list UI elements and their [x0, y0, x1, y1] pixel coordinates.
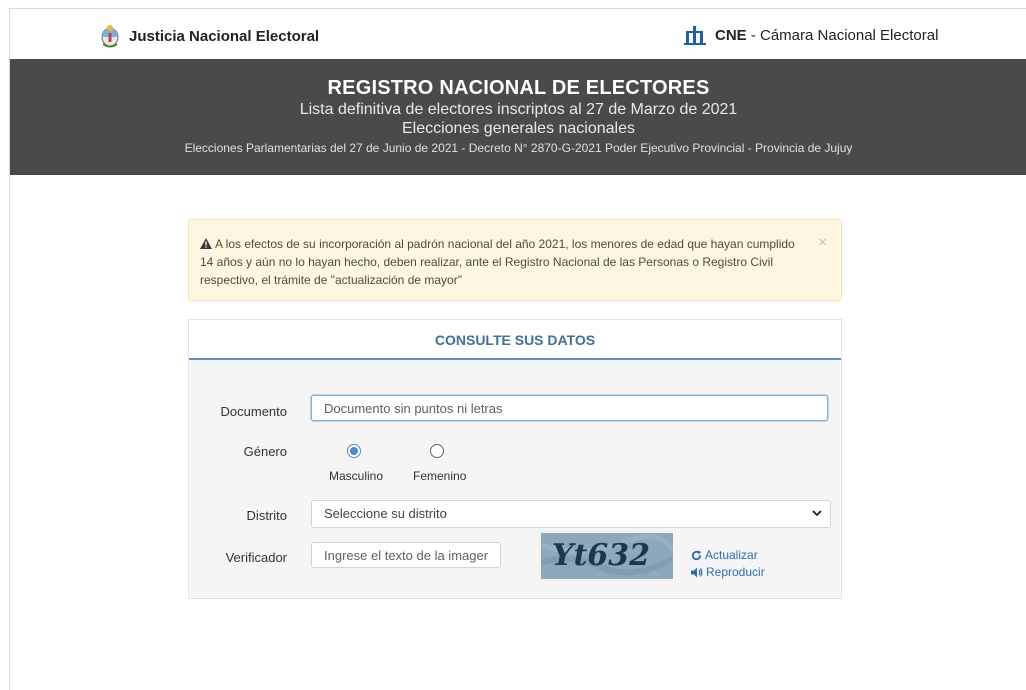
cne-logo-icon [684, 26, 706, 45]
chevron-down-icon [812, 510, 822, 517]
election-type: Elecciones generales nacionales [401, 120, 636, 137]
verificador-label: Verificador [225, 550, 287, 565]
audio-label: Reproducir [706, 565, 765, 579]
refresh-label: Actualizar [705, 548, 758, 562]
alert-message: A los efectos de su incorporación al pad… [200, 237, 795, 287]
speaker-icon [691, 567, 703, 577]
cne-brand[interactable]: CNE - Cámara Nacional Electoral [683, 25, 938, 45]
cne-name: - Cámara Nacional Electoral [746, 26, 939, 44]
refresh-captcha-link[interactable]: Actualizar [691, 548, 758, 562]
refresh-icon [691, 549, 702, 560]
argentina-coat-of-arms-icon [101, 25, 119, 48]
page-subtitle: Lista definitiva de electores inscriptos… [299, 101, 738, 118]
header-band: REGISTRO NACIONAL DE ELECTORES Lista def… [10, 59, 1026, 175]
verificador-input[interactable] [311, 542, 501, 568]
election-decree: Elecciones Parlamentarias del 27 de Juni… [184, 141, 853, 155]
query-form-panel: CONSULTE SUS DATOS Documento Género Masc… [188, 319, 842, 599]
radio-femenino[interactable] [430, 444, 444, 458]
documento-label: Documento [220, 404, 287, 419]
radio-masculino-label: Masculino [329, 469, 384, 483]
cne-abbrev: CNE [715, 26, 747, 44]
form-header: CONSULTE SUS DATOS [189, 320, 841, 360]
jne-title: Justicia Nacional Electoral [129, 27, 320, 45]
genero-label: Género [243, 444, 287, 459]
distrito-select[interactable]: Seleccione su distrito [311, 500, 831, 528]
alert-message-wrap: A los efectos de su incorporación al pad… [200, 235, 800, 289]
radio-masculino[interactable] [347, 444, 361, 458]
info-alert: A los efectos de su incorporación al pad… [188, 219, 842, 301]
close-icon[interactable]: × [818, 234, 827, 251]
form-heading: CONSULTE SUS DATOS [434, 332, 596, 348]
warning-icon [200, 238, 212, 249]
distrito-label: Distrito [246, 508, 287, 523]
radio-femenino-label: Femenino [413, 469, 467, 483]
audio-captcha-link[interactable]: Reproducir [691, 565, 765, 579]
documento-input[interactable] [311, 395, 828, 421]
jne-brand[interactable]: Justicia Nacional Electoral [100, 24, 319, 48]
page-title: REGISTRO NACIONAL DE ELECTORES [327, 77, 710, 99]
distrito-selected: Seleccione su distrito [324, 506, 447, 521]
captcha-image: Yt632 [541, 533, 673, 579]
top-bar: Justicia Nacional Electoral CNE - Cámara… [10, 9, 1026, 59]
page-frame: Justicia Nacional Electoral CNE - Cámara… [9, 8, 1026, 690]
captcha-text: Yt632 [552, 538, 650, 573]
cne-title: CNE - Cámara Nacional Electoral [715, 27, 938, 44]
